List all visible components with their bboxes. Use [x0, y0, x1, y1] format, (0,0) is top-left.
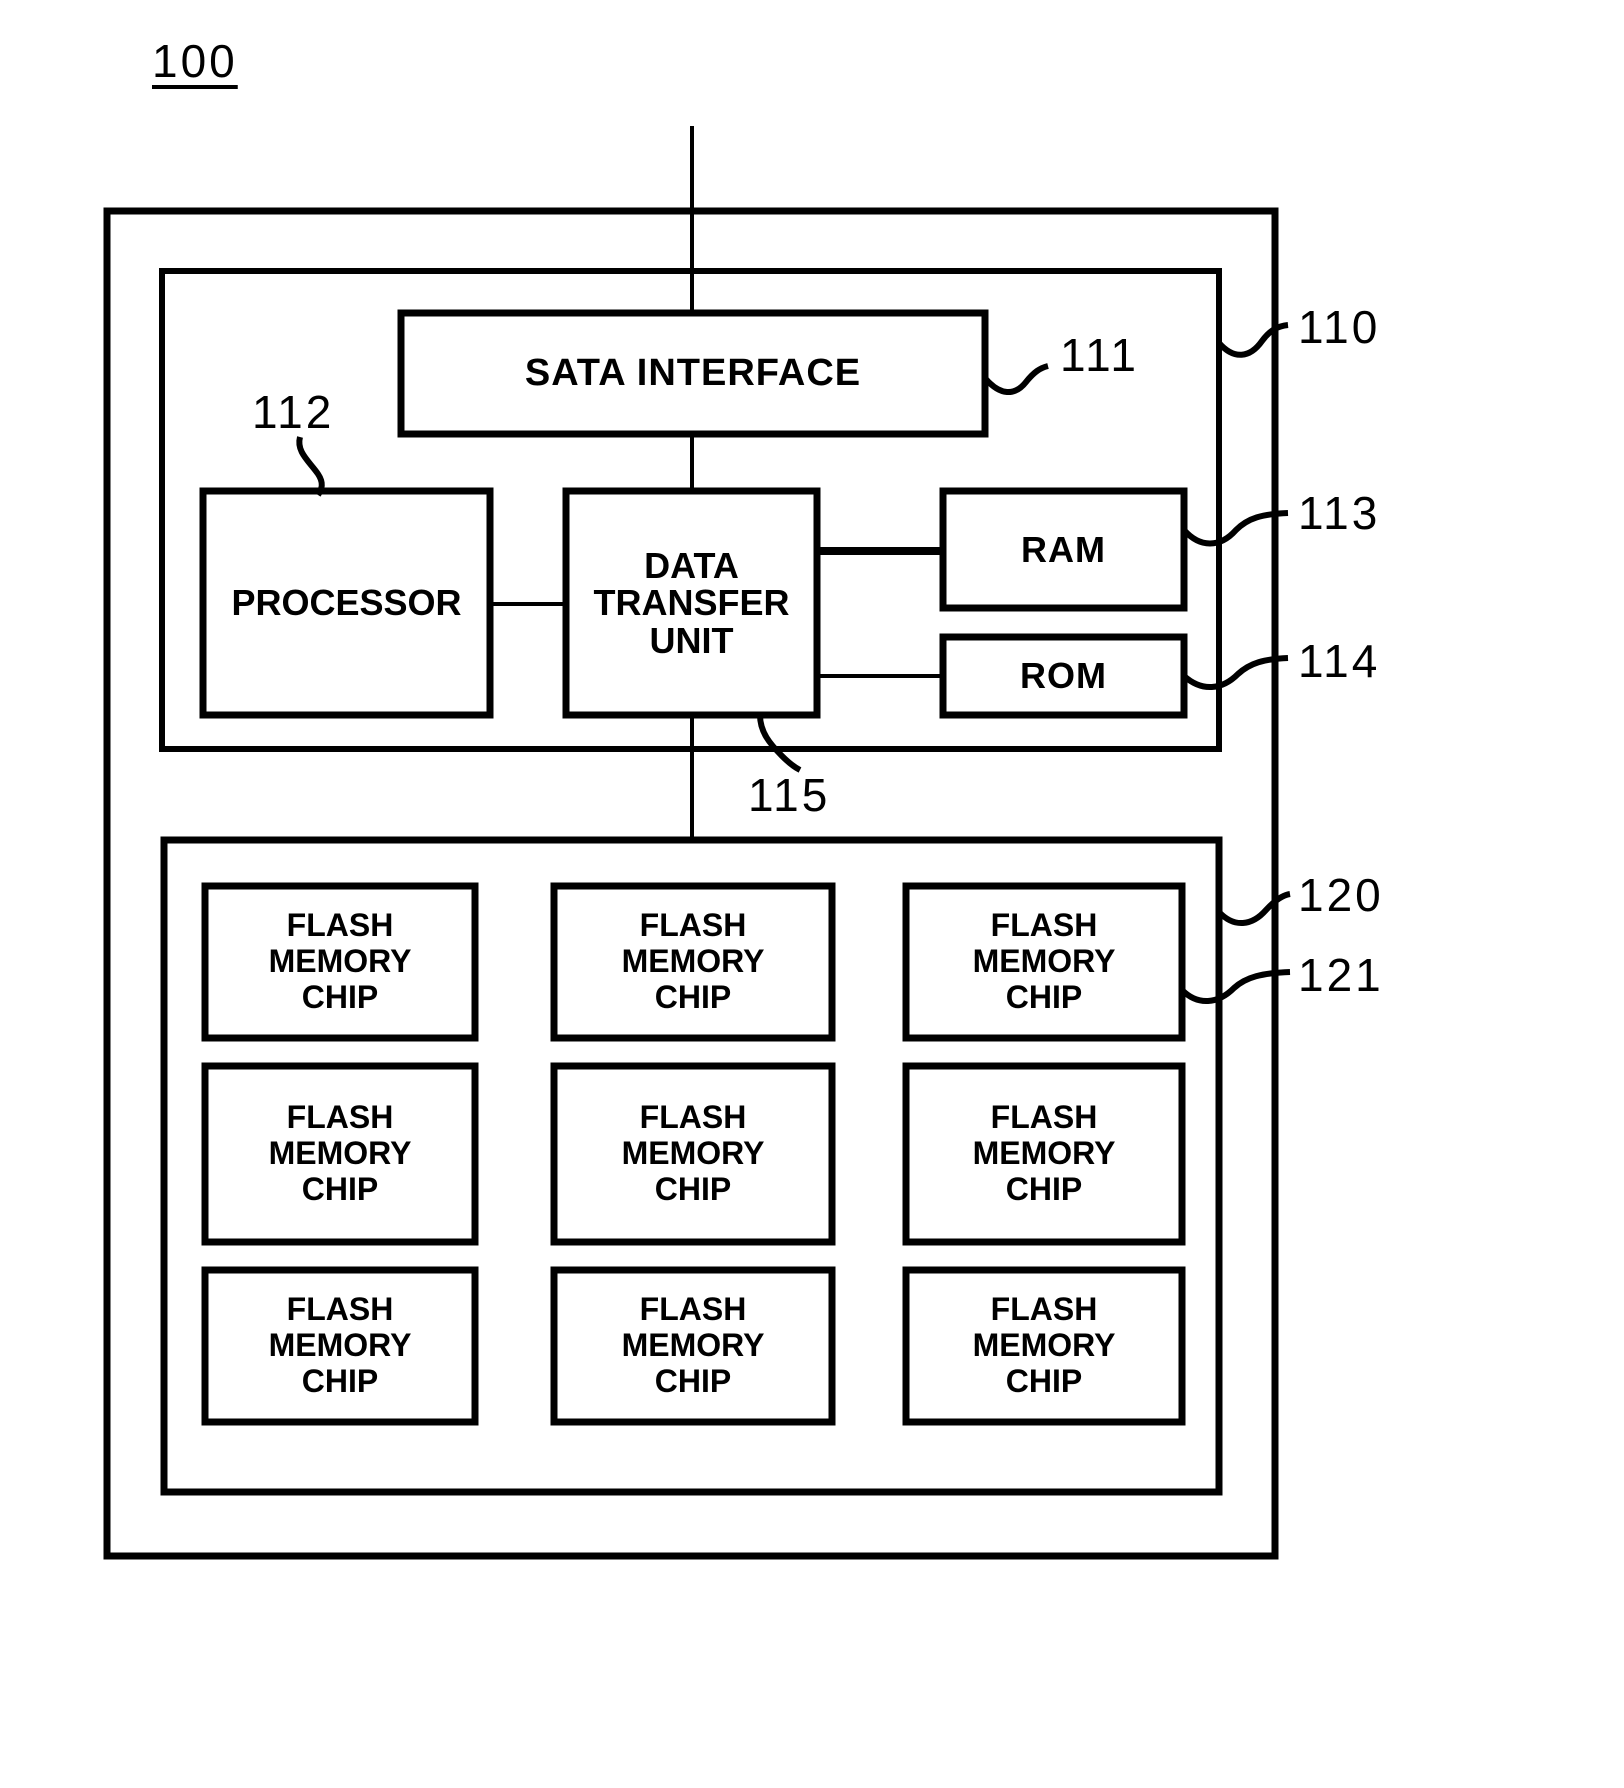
reference-numeral-113: 113 — [1298, 487, 1381, 539]
leader-112 — [296, 436, 325, 497]
leader-111 — [982, 363, 1049, 395]
rom-box — [939, 633, 1188, 719]
data-transfer-unit-box — [562, 487, 821, 719]
reference-numeral-112: 112 — [252, 386, 335, 438]
flash-chip-box-r1c1 — [201, 882, 479, 1042]
flash-chip-box-r3c2 — [550, 1266, 836, 1426]
reference-numeral-111: 111 — [1060, 329, 1139, 381]
reference-numeral-115: 115 — [748, 769, 831, 821]
reference-numeral-120: 120 — [1298, 869, 1384, 921]
processor-box — [199, 487, 494, 719]
device-number-100: 100 — [152, 35, 238, 87]
flash-chip-box-r2c1 — [201, 1062, 479, 1246]
figure-canvas: 100 SATA INTERFACE PROCESSOR DATA TRANSF… — [0, 0, 1624, 1788]
reference-numeral-110: 110 — [1298, 301, 1381, 353]
sata-interface-box — [397, 309, 989, 438]
flash-chip-box-r3c3 — [902, 1266, 1186, 1426]
memory-device-enclosure-120 — [160, 836, 1223, 1496]
flash-chip-box-r2c2 — [550, 1062, 836, 1246]
reference-numeral-114: 114 — [1298, 635, 1381, 687]
ram-box — [939, 487, 1188, 612]
flash-chip-box-r1c2 — [550, 882, 836, 1042]
leader-120 — [1216, 891, 1291, 926]
leader-115 — [757, 714, 802, 773]
flash-chip-box-r2c3 — [902, 1062, 1186, 1246]
flash-chip-box-r1c3 — [902, 882, 1186, 1042]
flash-chip-box-r3c1 — [201, 1266, 479, 1426]
reference-numeral-121: 121 — [1298, 949, 1384, 1001]
